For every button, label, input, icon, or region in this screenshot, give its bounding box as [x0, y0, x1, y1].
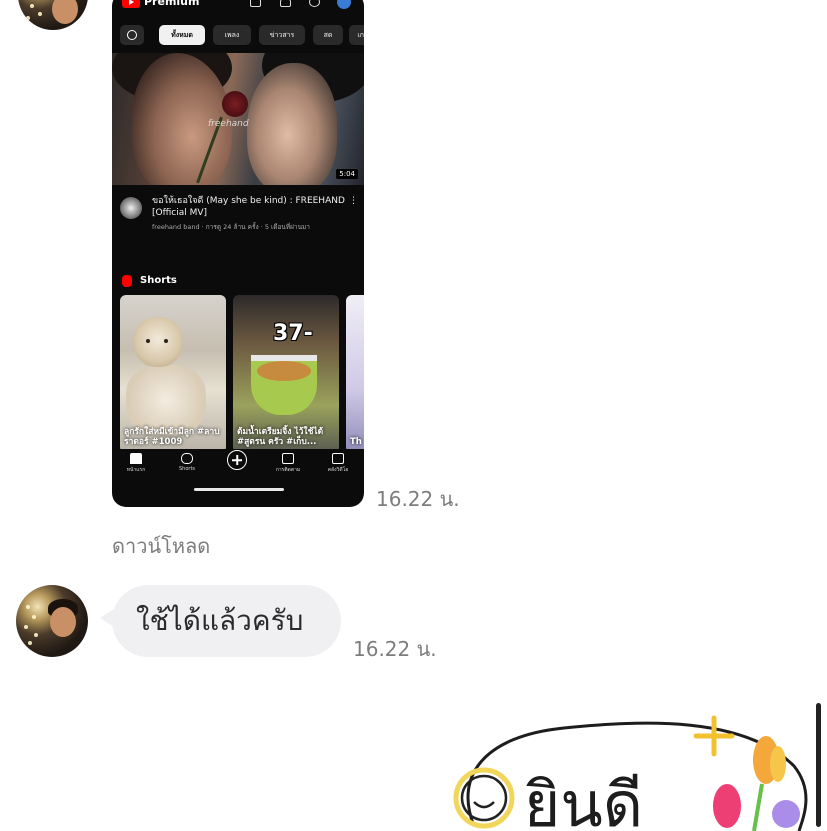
youtube-logo-icon	[122, 0, 140, 8]
shorts-logo-icon	[122, 275, 132, 287]
download-link[interactable]: ดาวน์โหลด	[112, 530, 210, 562]
nav-home: หน้าแรก	[116, 449, 156, 483]
home-indicator	[194, 488, 284, 491]
sticker-message[interactable]: ยินดี	[444, 706, 814, 831]
youtube-brand: Premium	[144, 0, 200, 8]
short-caption: ลูกรักใส่หมีเข้ามีลูก #ลาบราดอร์ #1009	[124, 427, 220, 447]
bell-icon	[280, 0, 291, 7]
smiley-icon	[453, 767, 515, 829]
message-timestamp: 16.22 น.	[353, 637, 437, 661]
text-message-bubble[interactable]: ใช้ได้แล้วครับ	[112, 585, 341, 657]
short-card-partial: Th	[346, 295, 364, 453]
account-icon	[337, 0, 351, 9]
subscriptions-icon	[282, 453, 294, 464]
chip-news: ข่าวสาร	[259, 25, 305, 45]
thumbnail-text: freehand	[208, 119, 249, 129]
video-meta: ขอให้เธอใจดี (May she be kind) : FREEHAN…	[112, 189, 364, 249]
sticker-text: ยินดี	[524, 768, 643, 831]
search-icon	[309, 0, 320, 7]
short-card-dog: ลูกรักใส่หมีเข้ามีลูก #ลาบราดอร์ #1009	[120, 295, 226, 453]
video-duration: 5:04	[336, 169, 358, 179]
nav-library: คลังวิดีโอ	[318, 449, 358, 483]
video-subtitle: freehand band · การดู 24 ล้าน ครั้ง · 5 …	[152, 223, 310, 231]
dog-image	[134, 317, 182, 367]
image-message-youtube-screenshot[interactable]: Premium ทั้งหมด เพลง ข่าวสาร สด เกม free…	[112, 0, 364, 507]
youtube-bottom-nav: หน้าแรก Shorts การติดตาม คลังวิดีโอ	[112, 449, 364, 483]
shorts-icon	[181, 453, 193, 464]
youtube-topbar: Premium	[112, 0, 364, 12]
nav-shorts: Shorts	[167, 449, 207, 483]
rose-image	[222, 91, 248, 117]
short-card-food: 37- ต้มน้ำเตรียมจิ้ง ไว้ใช้ได้ #สูตรน คร…	[233, 295, 339, 453]
channel-avatar	[120, 197, 142, 219]
nav-create	[217, 449, 257, 483]
more-vert-icon: ⋮	[349, 196, 358, 206]
chip-music: เพลง	[213, 25, 251, 45]
short-caption: ต้มน้ำเตรียมจิ้ง ไว้ใช้ได้ #สูตรน ครัว #…	[237, 427, 324, 447]
short-caption: Th	[350, 437, 362, 447]
scrollbar[interactable]	[816, 703, 821, 827]
shorts-label: Shorts	[140, 275, 177, 286]
cast-icon	[250, 0, 261, 7]
plus-icon	[227, 450, 247, 470]
chip-games: เกม	[349, 25, 364, 45]
sender-avatar[interactable]	[18, 0, 88, 30]
video-title: ขอให้เธอใจดี (May she be kind) : FREEHAN…	[152, 196, 345, 218]
video-thumbnail: freehand 5:04	[112, 53, 364, 185]
chip-live: สด	[313, 25, 343, 45]
message-timestamp: 16.22 น.	[376, 487, 460, 511]
chip-all: ทั้งหมด	[159, 25, 205, 45]
category-chips: ทั้งหมด เพลง ข่าวสาร สด เกม	[120, 25, 364, 45]
explore-icon	[120, 25, 144, 45]
nav-subscriptions: การติดตาม	[268, 449, 308, 483]
home-icon	[130, 453, 142, 464]
flower-icon	[713, 784, 741, 828]
short-overlay-number: 37-	[273, 321, 313, 346]
sender-avatar[interactable]	[16, 585, 88, 657]
library-icon	[332, 453, 344, 464]
sparkle-icon	[693, 715, 735, 757]
flower-icon	[772, 800, 800, 828]
